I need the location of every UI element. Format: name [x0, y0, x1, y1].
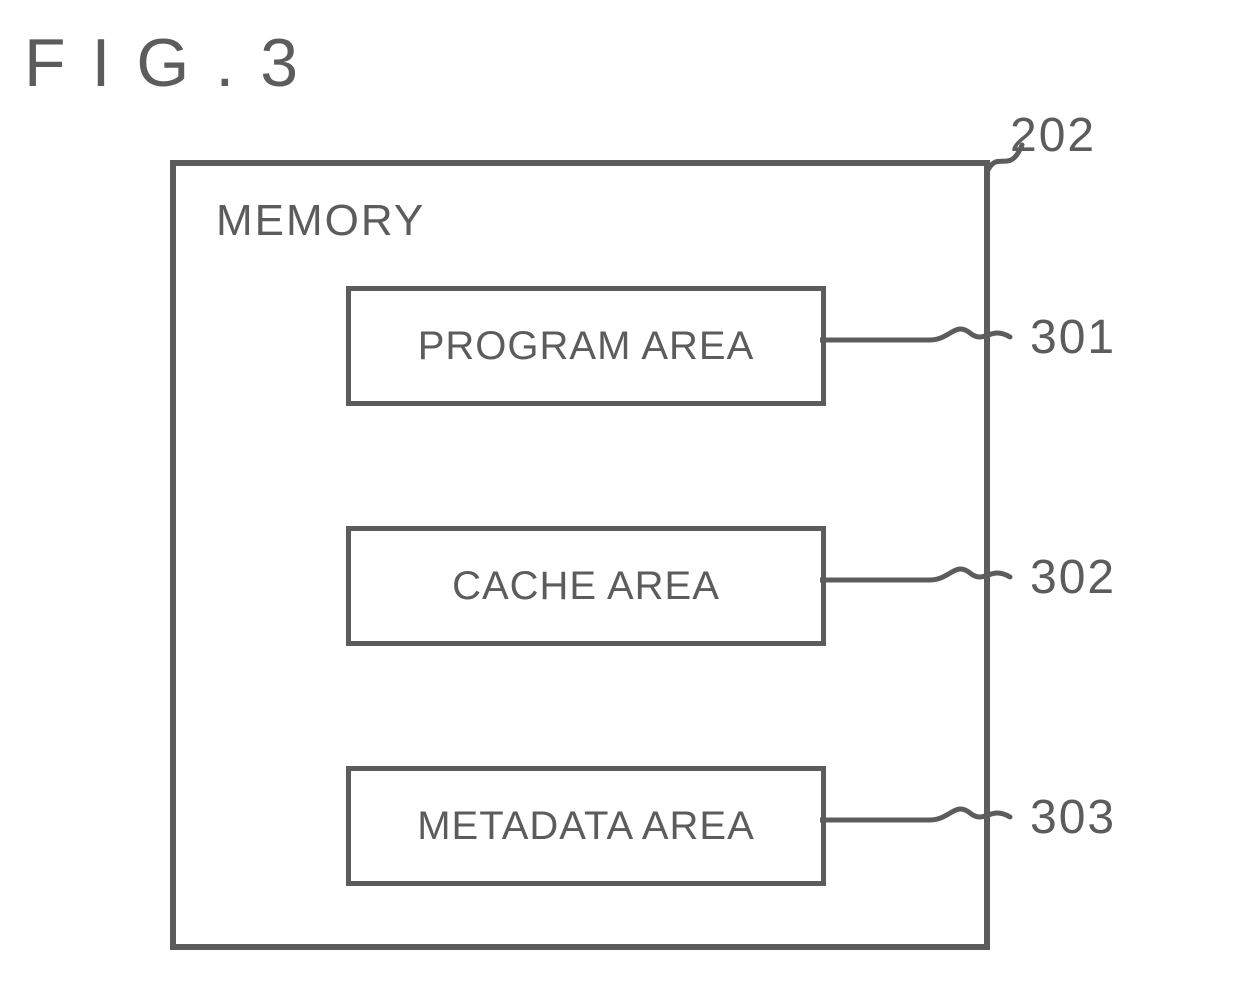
program-area-box: PROGRAM AREA	[346, 286, 826, 406]
memory-label: MEMORY	[216, 196, 425, 246]
ref-302: 302	[1030, 550, 1116, 605]
figure-title: FIG.3	[24, 24, 324, 102]
ref-303: 303	[1030, 790, 1116, 845]
ref-301: 301	[1030, 310, 1116, 365]
diagram-canvas: FIG.3 MEMORY PROGRAM AREA CACHE AREA MET…	[0, 0, 1240, 992]
metadata-area-box: METADATA AREA	[346, 766, 826, 886]
metadata-area-label: METADATA AREA	[417, 804, 755, 849]
ref-202: 202	[1010, 108, 1096, 163]
program-area-label: PROGRAM AREA	[418, 324, 755, 369]
cache-area-box: CACHE AREA	[346, 526, 826, 646]
memory-box: MEMORY PROGRAM AREA CACHE AREA METADATA …	[170, 160, 990, 950]
cache-area-label: CACHE AREA	[452, 564, 720, 609]
